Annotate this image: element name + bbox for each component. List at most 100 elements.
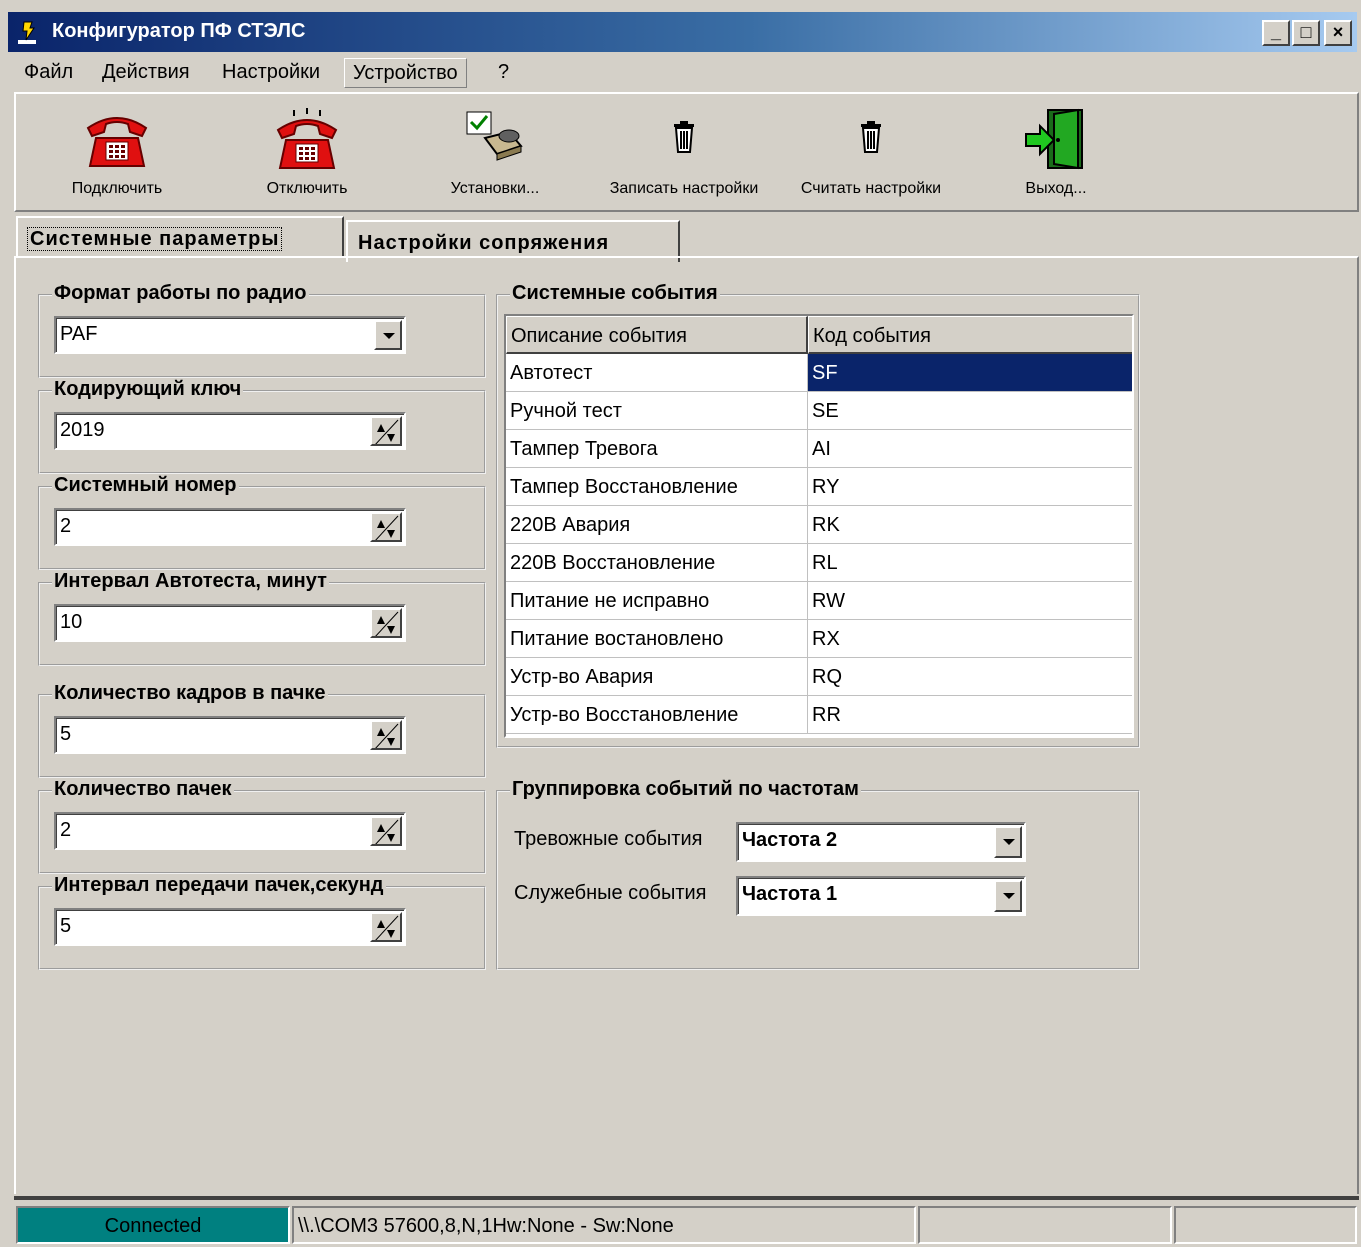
autotest-interval-input[interactable]: 10	[54, 604, 406, 642]
table-row[interactable]: 220В Восстановление RL	[506, 544, 1132, 582]
connect-button[interactable]: Подключить	[52, 98, 182, 206]
coding-key-input[interactable]: 2019	[54, 412, 406, 450]
frames-per-pack-value: 5	[60, 723, 72, 745]
table-row[interactable]: Питание не исправно RW	[506, 582, 1132, 620]
event-code-cell[interactable]: RQ	[808, 658, 1132, 696]
phone-icon	[86, 117, 148, 167]
menu-file[interactable]: Файл	[24, 58, 73, 88]
pack-count-legend: Количество пачек	[52, 778, 234, 801]
column-header-code[interactable]: Код события	[808, 316, 1132, 354]
setup-button[interactable]: Установки...	[430, 98, 560, 206]
port-status: \\.\COM3 57600,8,N,1Hw:None - Sw:None	[292, 1206, 916, 1244]
table-row[interactable]: Устр-во Авария RQ	[506, 658, 1132, 696]
event-desc-cell[interactable]: Устр-во Восстановление	[506, 696, 808, 734]
event-code-cell[interactable]: RW	[808, 582, 1132, 620]
system-events-legend: Системные события	[510, 282, 720, 305]
system-number-value: 2	[60, 515, 72, 537]
chevron-down-icon[interactable]	[994, 880, 1022, 912]
events-header-row: Описание события Код события	[506, 316, 1132, 354]
radio-format-value: PAF	[60, 323, 98, 345]
disconnect-button[interactable]: Отключить	[242, 98, 372, 206]
phone-icon	[276, 108, 338, 169]
event-code-cell[interactable]: SE	[808, 392, 1132, 430]
event-desc-cell[interactable]: Ручной тест	[506, 392, 808, 430]
service-frequency-select[interactable]: Частота 1	[736, 876, 1026, 916]
spin-updown-icon[interactable]	[370, 720, 402, 750]
event-code-cell[interactable]: RY	[808, 468, 1132, 506]
exit-door-icon	[1025, 108, 1083, 170]
table-row[interactable]: Тампер Восстановление RY	[506, 468, 1132, 506]
spin-updown-icon[interactable]	[370, 512, 402, 542]
service-events-label: Служебные события	[514, 882, 707, 904]
maximize-icon: □	[1300, 22, 1312, 42]
trash-icon	[674, 121, 694, 153]
setup-label: Установки...	[450, 180, 540, 197]
tab-strip: Системные параметры Настройки сопряжения	[14, 214, 714, 262]
table-row[interactable]: Автотест SF	[506, 354, 1132, 392]
table-row[interactable]: Питание востановлено RX	[506, 620, 1132, 658]
event-desc-cell[interactable]: Устр-во Авария	[506, 658, 808, 696]
frames-per-pack-input[interactable]: 5	[54, 716, 406, 754]
spin-updown-icon[interactable]	[370, 912, 402, 942]
event-desc-cell[interactable]: 220В Восстановление	[506, 544, 808, 582]
event-desc-cell[interactable]: Питание востановлено	[506, 620, 808, 658]
table-row[interactable]: Устр-во Восстановление RR	[506, 696, 1132, 734]
read-settings-button[interactable]: Считать настройки	[786, 98, 956, 206]
title-bar[interactable]: Конфигуратор ПФ СТЭЛС _ □ ×	[8, 12, 1357, 52]
close-button[interactable]: ×	[1324, 20, 1352, 46]
menu-help[interactable]: ?	[498, 58, 509, 88]
spin-updown-icon[interactable]	[370, 608, 402, 638]
event-desc-cell[interactable]: Питание не исправно	[506, 582, 808, 620]
pack-count-value: 2	[60, 819, 72, 841]
events-grid[interactable]: Описание события Код события Автотест SF…	[504, 314, 1134, 738]
maximize-button[interactable]: □	[1292, 20, 1320, 46]
radio-format-legend: Формат работы по радио	[52, 282, 309, 305]
pack-count-input[interactable]: 2	[54, 812, 406, 850]
autotest-interval-legend: Интервал Автотеста, минут	[52, 570, 329, 593]
coding-key-legend: Кодирующий ключ	[52, 378, 244, 401]
trash-icon	[861, 121, 881, 153]
menu-bar: Файл Действия Настройки Устройство ?	[8, 54, 1357, 90]
service-frequency-value: Частота 1	[742, 883, 838, 905]
spin-updown-icon[interactable]	[370, 416, 402, 446]
connect-label: Подключить	[71, 180, 163, 197]
event-code-cell[interactable]: AI	[808, 430, 1132, 468]
menu-settings[interactable]: Настройки	[222, 58, 320, 88]
event-code-cell[interactable]: SF	[808, 354, 1132, 392]
minimize-button[interactable]: _	[1262, 20, 1290, 46]
chevron-down-icon[interactable]	[374, 320, 402, 350]
alarm-frequency-select[interactable]: Частота 2	[736, 822, 1026, 862]
frames-per-pack-legend: Количество кадров в пачке	[52, 682, 328, 705]
event-desc-cell[interactable]: Тампер Восстановление	[506, 468, 808, 506]
toolbar: Подключить Отключить Установки... Записа…	[14, 92, 1359, 212]
event-code-cell[interactable]: RX	[808, 620, 1132, 658]
column-header-description[interactable]: Описание события	[506, 316, 808, 354]
table-row[interactable]: Ручной тест SE	[506, 392, 1132, 430]
tab-system-params[interactable]: Системные параметры	[16, 216, 344, 258]
event-code-cell[interactable]: RL	[808, 544, 1132, 582]
tab-system-params-label: Системные параметры	[26, 227, 283, 251]
spin-updown-icon[interactable]	[370, 816, 402, 846]
autotest-interval-value: 10	[60, 611, 83, 633]
event-code-cell[interactable]: RR	[808, 696, 1132, 734]
pack-interval-input[interactable]: 5	[54, 908, 406, 946]
system-number-input[interactable]: 2	[54, 508, 406, 546]
menu-actions[interactable]: Действия	[102, 58, 190, 88]
write-settings-label: Записать настройки	[609, 180, 759, 197]
alarm-events-label: Тревожные события	[514, 828, 703, 850]
event-desc-cell[interactable]: Тампер Тревога	[506, 430, 808, 468]
chevron-down-icon[interactable]	[994, 826, 1022, 858]
read-settings-label: Считать настройки	[800, 180, 942, 197]
system-number-legend: Системный номер	[52, 474, 239, 497]
frequency-grouping-legend: Группировка событий по частотам	[510, 778, 861, 801]
table-row[interactable]: Тампер Тревога AI	[506, 430, 1132, 468]
event-desc-cell[interactable]: Автотест	[506, 354, 808, 392]
table-row[interactable]: 220В Авария RK	[506, 506, 1132, 544]
status-bar: Connected \\.\COM3 57600,8,N,1Hw:None - …	[14, 1206, 1359, 1244]
event-desc-cell[interactable]: 220В Авария	[506, 506, 808, 544]
write-settings-button[interactable]: Записать настройки	[594, 98, 774, 206]
event-code-cell[interactable]: RK	[808, 506, 1132, 544]
menu-device[interactable]: Устройство	[344, 58, 467, 88]
exit-button[interactable]: Выход...	[996, 98, 1116, 206]
radio-format-select[interactable]: PAF	[54, 316, 406, 354]
